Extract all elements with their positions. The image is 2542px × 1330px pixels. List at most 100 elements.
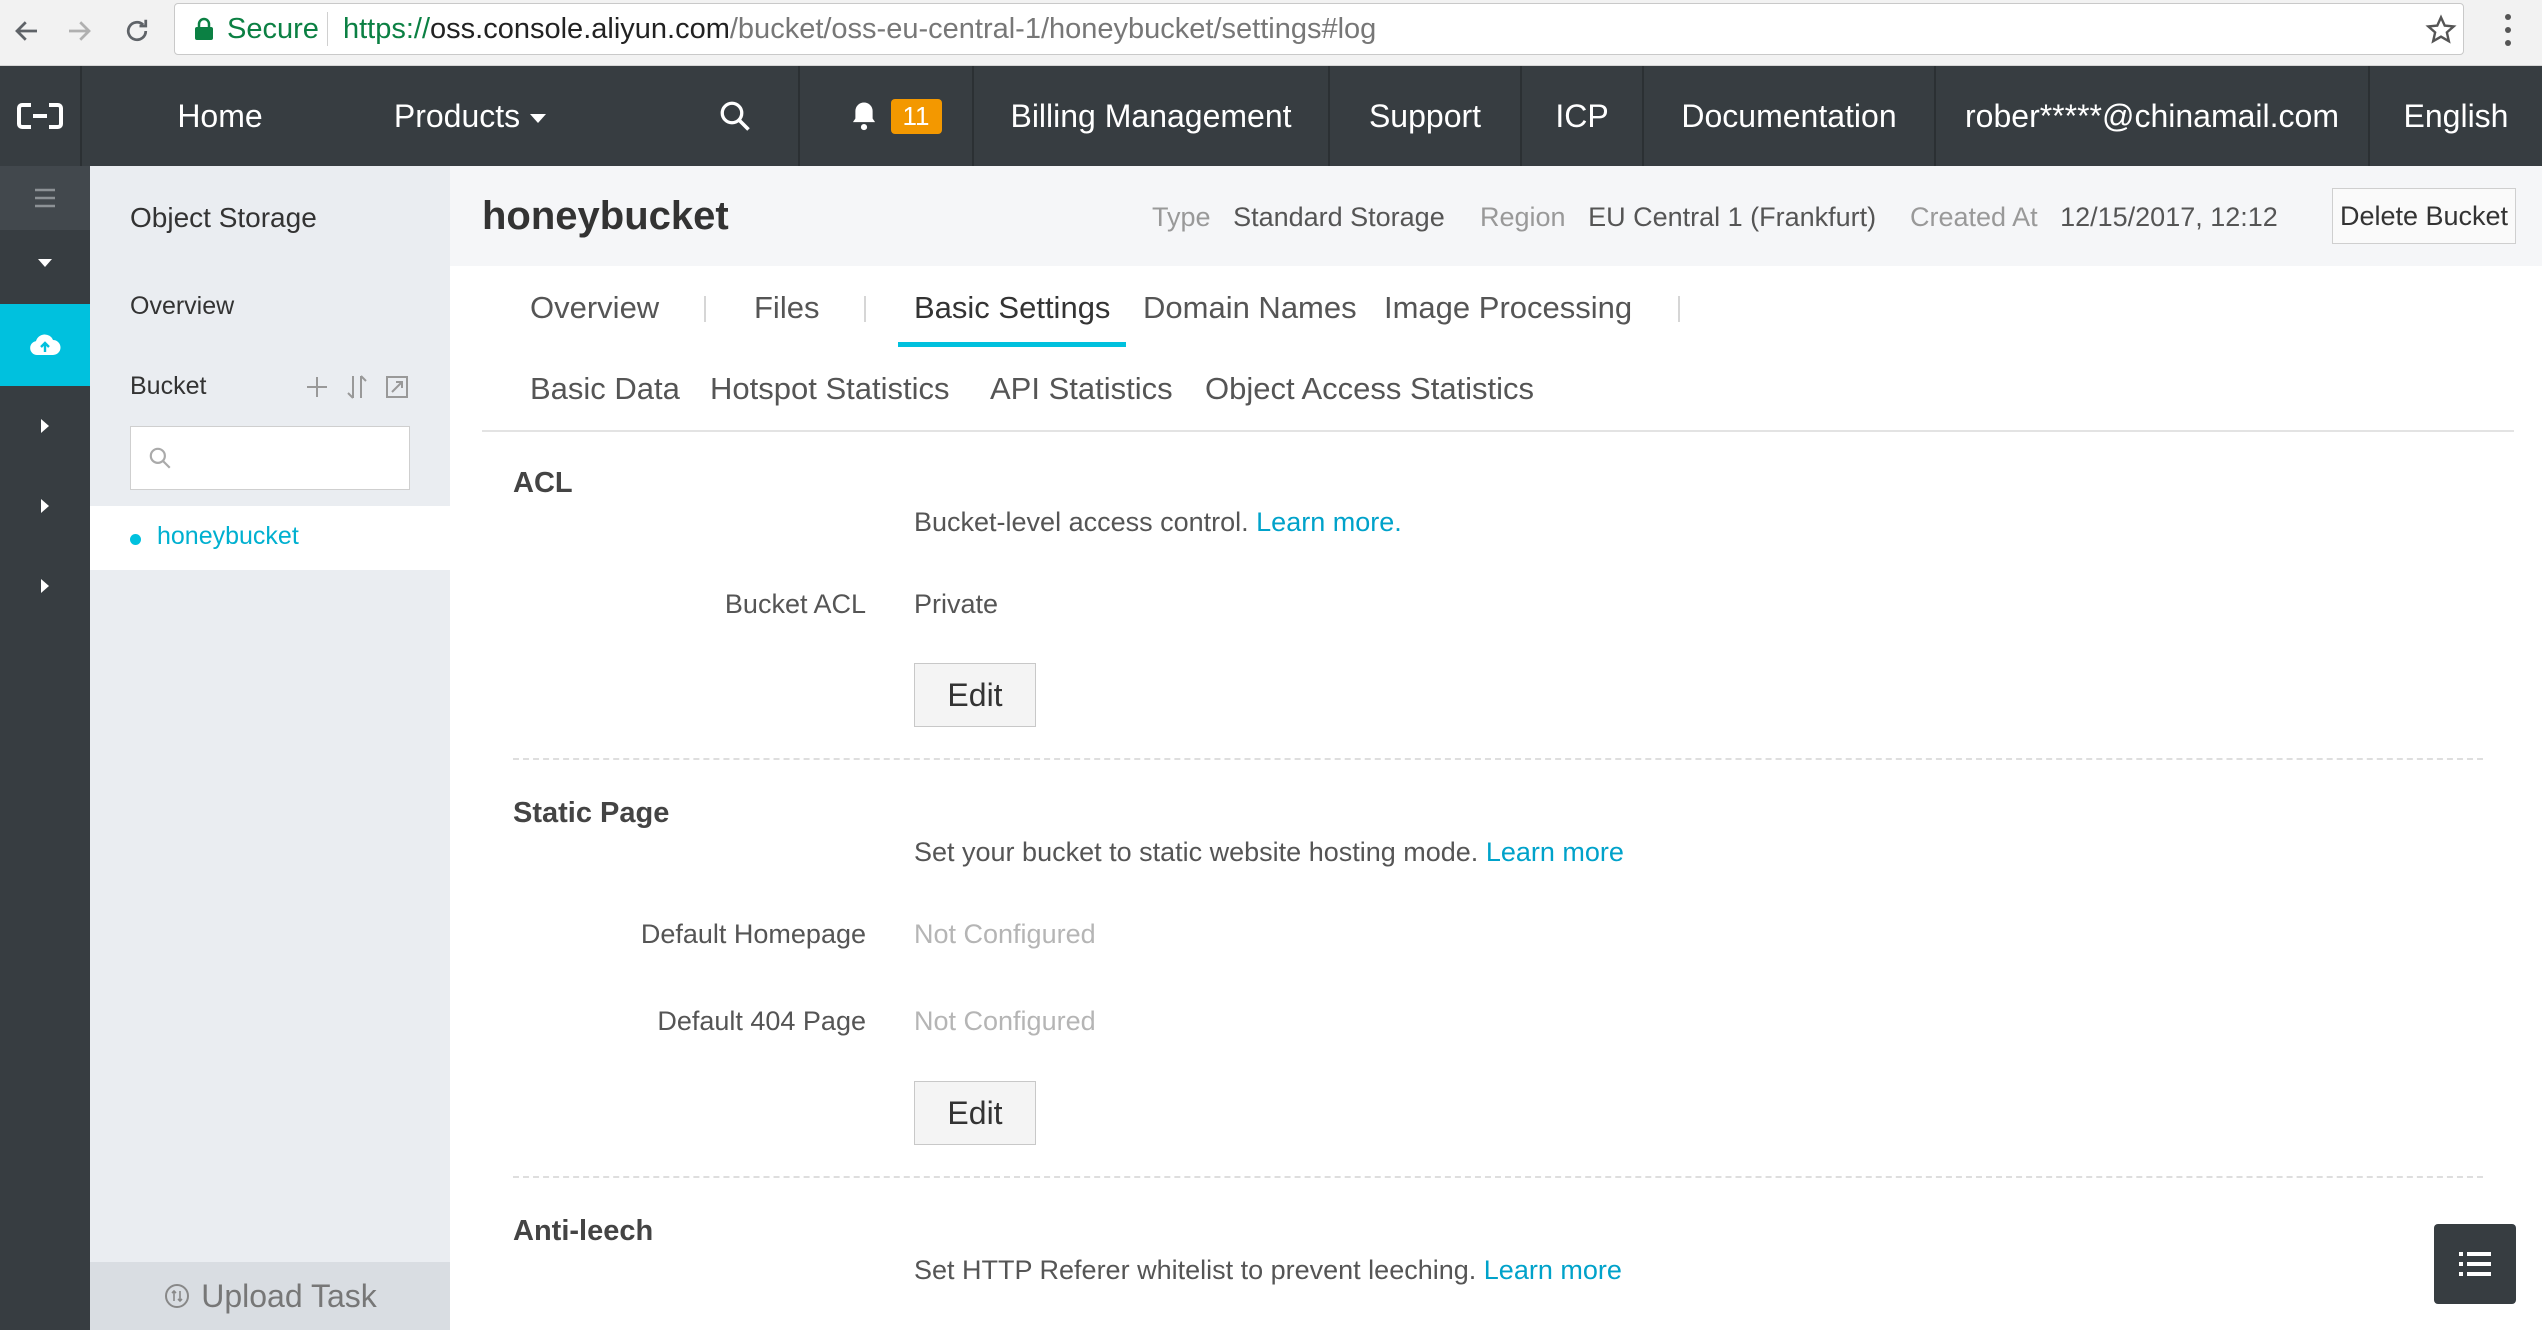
tab-overview[interactable]: Overview [530, 290, 659, 326]
static-page-edit-button[interactable]: Edit [914, 1081, 1036, 1145]
nav-support[interactable]: Support [1330, 66, 1520, 166]
nav-billing[interactable]: Billing Management [974, 66, 1328, 166]
rail-menu-toggle[interactable] [0, 166, 90, 230]
anti-leech-description: Set HTTP Referer whitelist to prevent le… [914, 1255, 1622, 1286]
rail-oss[interactable] [0, 304, 90, 386]
acl-learn-more-link[interactable]: Learn more. [1256, 507, 1402, 537]
tab-image-processing[interactable]: Image Processing [1384, 290, 1632, 326]
bucket-created: Created At 12/15/2017, 12:12 [1910, 202, 2278, 233]
tab-files[interactable]: Files [754, 290, 819, 326]
bucket-region: Region EU Central 1 (Frankfurt) [1480, 202, 1876, 233]
tab-api-statistics[interactable]: API Statistics [990, 371, 1173, 407]
aliyun-logo-icon [17, 103, 63, 129]
bucket-search-box[interactable] [130, 426, 410, 490]
default-homepage-value: Not Configured [914, 919, 1096, 949]
expand-icon[interactable] [382, 372, 412, 402]
section-divider [513, 758, 2483, 760]
url-text: https://oss.console.aliyun.com/bucket/os… [343, 13, 1376, 46]
nav-documentation[interactable]: Documentation [1644, 66, 1934, 166]
nav-language[interactable]: English [2370, 66, 2542, 166]
nav-account[interactable]: rober*****@chinamail.com [1936, 66, 2368, 166]
tab-hotspot-statistics[interactable]: Hotspot Statistics [710, 371, 949, 407]
nav-products[interactable]: Products [370, 66, 570, 166]
bucket-acl-label: Bucket ACL [724, 589, 866, 619]
add-bucket-icon[interactable] [302, 372, 332, 402]
sidebar-bucket-label: Bucket [130, 372, 207, 400]
rail-collapse[interactable] [0, 230, 90, 296]
bucket-acl-value: Private [914, 589, 999, 619]
url-scheme: https:// [343, 13, 431, 45]
address-bar[interactable]: Secure https://oss.console.aliyun.com/bu… [174, 3, 2464, 55]
sidebar-title: Object Storage [130, 202, 317, 233]
tab-domain-names[interactable]: Domain Names [1143, 290, 1357, 326]
nav-search[interactable] [700, 66, 770, 166]
bookmark-star-icon[interactable] [2425, 14, 2457, 46]
arrow-right-icon [69, 21, 91, 41]
hamburger-icon [35, 188, 55, 208]
tabs-divider [482, 430, 2514, 432]
anti-leech-section-title: Anti-leech [513, 1215, 654, 1247]
acl-description-text: Bucket-level access control. [914, 507, 1249, 537]
tab-object-access-statistics[interactable]: Object Access Statistics [1205, 371, 1534, 407]
list-icon [2459, 1252, 2491, 1276]
rail-item-3[interactable] [0, 466, 90, 546]
tab-divider [864, 296, 866, 322]
oss-sidebar: Object Storage Overview Bucket honeybuck… [90, 166, 450, 1330]
browser-menu-icon[interactable] [2500, 12, 2516, 48]
tab-divider [704, 296, 706, 322]
sidebar-bucket-name: honeybucket [157, 522, 299, 550]
static-page-description-text: Set your bucket to static website hostin… [914, 837, 1479, 867]
upload-task-label: Upload Task [201, 1277, 377, 1314]
sidebar-item-overview[interactable]: Overview [130, 292, 234, 321]
default-homepage-label: Default Homepage [640, 919, 866, 949]
sidebar-item-honeybucket[interactable]: honeybucket [90, 506, 450, 570]
section-divider [513, 1176, 2483, 1178]
url-path: /bucket/oss-eu-central-1/honeybucket/set… [729, 13, 1377, 45]
nav-home[interactable]: Home [150, 66, 290, 166]
type-label: Type [1152, 202, 1211, 232]
acl-edit-button[interactable]: Edit [914, 663, 1036, 727]
default-404-value: Not Configured [914, 1006, 1096, 1036]
lock-icon [195, 17, 213, 40]
back-button[interactable] [4, 8, 50, 54]
active-dot [130, 534, 141, 545]
static-page-learn-more-link[interactable]: Learn more [1486, 837, 1624, 867]
caret-down-icon [530, 113, 547, 123]
table-of-contents-button[interactable] [2434, 1224, 2516, 1304]
delete-bucket-button[interactable]: Delete Bucket [2332, 188, 2516, 244]
acl-section-title: ACL [513, 467, 573, 499]
reload-button[interactable] [114, 8, 160, 54]
notification-badge: 11 [890, 98, 942, 134]
nav-notifications[interactable]: 11 [820, 66, 970, 166]
aliyun-logo[interactable] [0, 66, 80, 166]
created-value: 12/15/2017, 12:12 [2060, 202, 2278, 232]
caret-right-icon [41, 419, 49, 433]
tab-basic-settings[interactable]: Basic Settings [914, 290, 1110, 326]
caret-right-icon [41, 579, 49, 593]
omnibox-divider [327, 12, 328, 46]
anti-leech-learn-more-link[interactable]: Learn more [1484, 1255, 1622, 1285]
forward-button[interactable] [56, 8, 102, 54]
nav-icp[interactable]: ICP [1522, 66, 1642, 166]
anti-leech-description-text: Set HTTP Referer whitelist to prevent le… [914, 1255, 1477, 1285]
url-host: oss.console.aliyun.com [430, 13, 730, 45]
bucket-type: Type Standard Storage [1152, 202, 1445, 233]
bell-icon [852, 102, 875, 131]
cloud-upload-icon [30, 334, 61, 355]
sort-icon[interactable] [342, 372, 372, 402]
acl-description: Bucket-level access control. Learn more. [914, 507, 1402, 538]
default-404-label: Default 404 Page [657, 1006, 866, 1036]
rail-item-4[interactable] [0, 546, 90, 626]
bucket-search-input[interactable] [183, 435, 401, 481]
nav-products-label: Products [393, 97, 521, 134]
created-label: Created At [1910, 202, 2038, 232]
nav-divider [798, 66, 800, 166]
tab-basic-data[interactable]: Basic Data [530, 371, 680, 407]
caret-down-icon [38, 259, 52, 267]
upload-task-button[interactable]: Upload Task [90, 1262, 450, 1330]
search-icon [149, 447, 171, 469]
reload-icon [126, 19, 148, 42]
rail-item-2[interactable] [0, 386, 90, 466]
icon-rail [0, 166, 90, 1330]
arrow-left-icon [15, 21, 37, 41]
